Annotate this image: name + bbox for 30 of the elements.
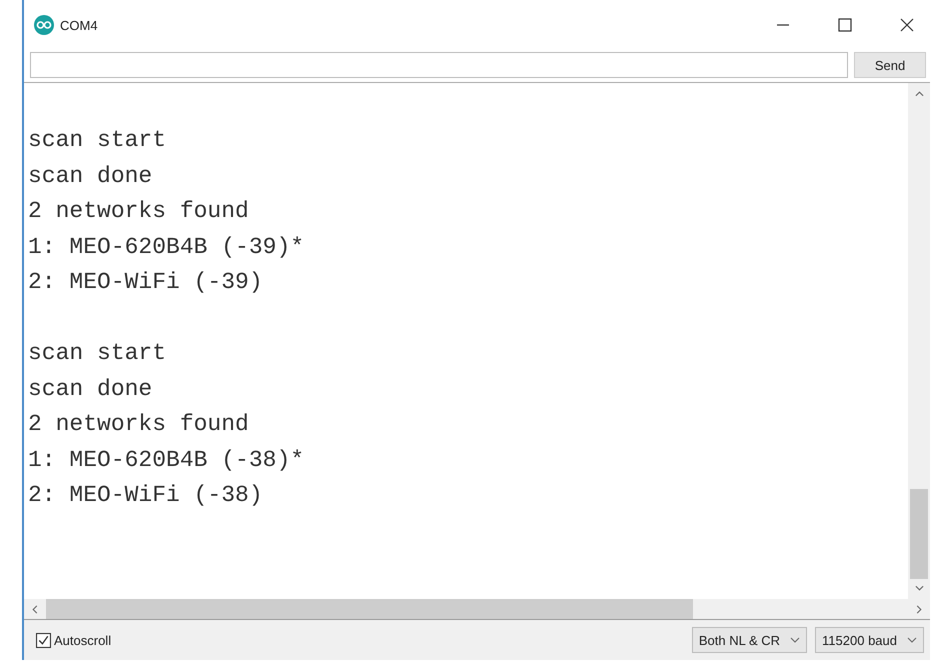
window-title: COM4 — [60, 18, 98, 32]
output-line: 2: MEO-WiFi (-38) — [28, 481, 264, 510]
baud-rate-dropdown[interactable]: 115200 baud — [815, 627, 924, 653]
output-line: 2: MEO-WiFi (-39) — [28, 268, 264, 297]
maximize-icon[interactable] — [838, 18, 852, 32]
output-line: scan start — [28, 126, 168, 155]
scroll-down-icon[interactable] — [914, 585, 924, 591]
app-logo-icon — [34, 15, 54, 35]
output-line: scan start — [28, 339, 168, 368]
output-line: scan done — [28, 374, 154, 404]
chevron-down-icon[interactable] — [790, 637, 800, 643]
vertical-scrollbar[interactable] — [908, 83, 930, 599]
output-line: scan done — [28, 162, 154, 190]
send-button[interactable]: Send — [854, 52, 926, 78]
scroll-right-icon[interactable] — [916, 604, 922, 614]
close-icon[interactable] — [900, 18, 914, 32]
chevron-down-icon[interactable] — [907, 637, 917, 643]
scrollbar-thumb[interactable] — [910, 489, 928, 579]
checkbox-icon[interactable] — [36, 632, 51, 648]
scroll-left-icon[interactable] — [32, 604, 38, 614]
output-line: 2 networks found — [28, 410, 250, 439]
line-ending-dropdown[interactable]: Both NL & CR — [692, 627, 808, 653]
horizontal-scrollbar[interactable] — [24, 599, 930, 619]
scrollbar-thumb[interactable] — [46, 599, 692, 619]
output-line: 1: MEO-620B4B (-38)* — [28, 446, 306, 474]
output-line: 1: MEO-620B4B (-39)* — [28, 232, 306, 262]
input-field[interactable] — [30, 52, 848, 78]
autoscroll-checkbox[interactable]: Autoscroll — [36, 632, 112, 648]
scroll-up-icon[interactable] — [914, 91, 924, 97]
output-line: 2 networks found — [28, 197, 250, 226]
